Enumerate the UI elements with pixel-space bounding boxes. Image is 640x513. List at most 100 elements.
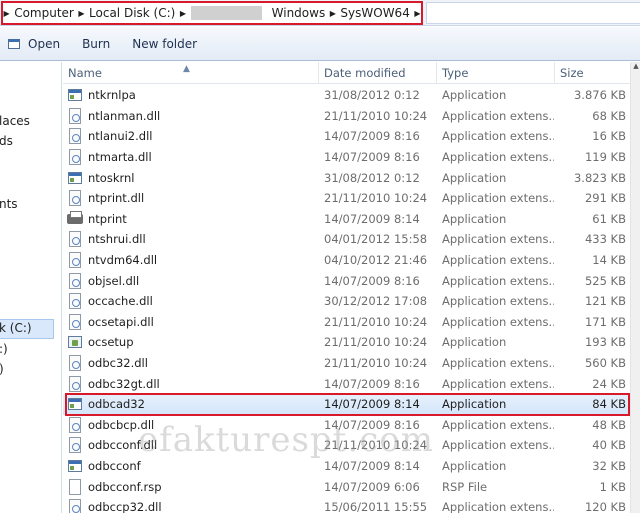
file-row[interactable]: occache.dll 30/12/2012 17:08 Application e… <box>63 291 640 312</box>
file-size: 525 KB <box>584 273 626 288</box>
chevron-right-icon[interactable]: ▶ <box>329 9 336 18</box>
file-row[interactable]: ntprint.dll 21/11/2010 10:24 Application e… <box>63 188 640 209</box>
breadcrumb-computer[interactable]: Computer <box>10 6 78 20</box>
file-name-cell[interactable]: odbcconf.dll <box>67 437 317 454</box>
file-name: odbccp32.dll <box>88 500 162 513</box>
file-name: ntlanman.dll <box>88 108 161 123</box>
file-row[interactable]: odbc32gt.dll 14/07/2009 8:16 Application e… <box>63 373 640 394</box>
dll-icon <box>67 293 83 310</box>
file-row[interactable]: odbcconf 14/07/2009 8:14 Application 32 KB <box>63 456 640 477</box>
file-name-cell[interactable]: ntkrnlpa <box>67 87 317 103</box>
dll-icon <box>67 252 83 269</box>
file-row[interactable]: ntoskrnl 31/08/2012 0:12 Application 3.823 … <box>63 167 640 188</box>
file-type: RSP File <box>442 479 488 494</box>
file-type: Application extens... <box>442 150 554 165</box>
file-size: 171 KB <box>584 314 626 329</box>
file-size: 61 KB <box>592 211 626 226</box>
column-header-date[interactable]: Date modified <box>319 62 437 84</box>
file-name: ocsetapi.dll <box>88 314 154 329</box>
file-name-cell[interactable]: ntshrui.dll <box>67 231 317 248</box>
file-row[interactable]: odbcbcp.dll 14/07/2009 8:16 Application ex… <box>63 415 640 436</box>
file-name: objsel.dll <box>88 273 140 288</box>
file-name-cell[interactable]: ocsetapi.dll <box>67 313 317 330</box>
address-field-rest[interactable] <box>426 2 640 24</box>
open-label: Open <box>28 36 61 51</box>
scroll-up-icon[interactable]: ▲ <box>631 62 640 74</box>
file-name-cell[interactable]: odbccp32.dll <box>67 499 317 513</box>
file-date: 14/07/2009 8:16 <box>324 129 420 144</box>
file-name-cell[interactable]: ntvdm64.dll <box>67 252 317 269</box>
file-row[interactable]: ntlanui2.dll 14/07/2009 8:16 Application e… <box>63 126 640 147</box>
file-name-cell[interactable]: objsel.dll <box>67 272 317 289</box>
printer-icon <box>67 210 83 227</box>
vertical-scrollbar[interactable]: ▲ <box>630 62 640 513</box>
file-name-cell[interactable]: odbcconf.rsp <box>67 478 317 495</box>
address-bar[interactable]: ▶ Computer ▶ Local Disk (C:) ▶ Windows ▶… <box>0 0 640 26</box>
column-header-name[interactable]: ▲ Name <box>63 62 319 84</box>
chevron-right-icon[interactable]: ▶ <box>78 9 85 18</box>
file-row[interactable]: odbcad32 14/07/2009 8:14 Application 84 KB <box>63 393 640 416</box>
chevron-right-icon[interactable]: ▶ <box>414 9 421 18</box>
file-name: ocsetup <box>88 335 134 350</box>
open-button[interactable]: Open <box>0 32 68 56</box>
file-type: Application extens... <box>442 356 554 371</box>
file-name-cell[interactable]: ntlanman.dll <box>67 107 317 124</box>
file-row[interactable]: ntshrui.dll 04/01/2012 15:58 Application e… <box>63 229 640 250</box>
burn-button[interactable]: Burn <box>74 32 118 56</box>
navigation-pane[interactable]: laces ds nts k (C:) :) ) <box>0 62 62 513</box>
file-size: 120 KB <box>584 500 626 513</box>
breadcrumb[interactable]: ▶ Computer ▶ Local Disk (C:) ▶ Windows ▶… <box>1 1 423 25</box>
file-name-cell[interactable]: ntmarta.dll <box>67 149 317 166</box>
chevron-right-icon[interactable]: ▶ <box>3 9 10 18</box>
nav-item-downloads[interactable]: ds <box>0 134 13 148</box>
chevron-right-icon[interactable]: ▶ <box>179 9 186 18</box>
file-name-cell[interactable]: odbc32.dll <box>67 355 317 372</box>
file-row[interactable]: ntkrnlpa 31/08/2012 0:12 Application 3.876 … <box>63 85 640 106</box>
file-name-cell[interactable]: ntoskrnl <box>67 170 317 186</box>
file-row[interactable]: odbc32.dll 21/11/2010 10:24 Application ex… <box>63 353 640 374</box>
file-name-cell[interactable]: odbcbcp.dll <box>67 416 317 433</box>
file-row[interactable]: ntprint 14/07/2009 8:14 Application 61 KB <box>63 209 640 230</box>
file-type: Application extens... <box>442 417 554 432</box>
nav-item-places[interactable]: laces <box>0 114 30 128</box>
file-row[interactable]: ntmarta.dll 14/07/2009 8:16 Application ex… <box>63 147 640 168</box>
file-row[interactable]: odbcconf.dll 21/11/2010 10:24 Application … <box>63 435 640 456</box>
file-name-cell[interactable]: ntprint <box>67 210 317 227</box>
file-date: 14/07/2009 8:14 <box>324 211 420 226</box>
file-size: 121 KB <box>584 294 626 309</box>
file-name-cell[interactable]: ocsetup <box>67 334 317 350</box>
file-type: Application <box>442 170 507 185</box>
breadcrumb-syswow64[interactable]: SysWOW64 <box>336 6 413 20</box>
file-row[interactable]: ntlanman.dll 21/11/2010 10:24 Application … <box>63 106 640 127</box>
file-date: 21/11/2010 10:24 <box>324 438 428 453</box>
file-date: 04/10/2012 21:46 <box>324 253 428 268</box>
file-size: 3.823 KB <box>573 170 626 185</box>
breadcrumb-windows[interactable]: Windows <box>268 6 330 20</box>
file-row[interactable]: objsel.dll 14/07/2009 8:16 Application ext… <box>63 270 640 291</box>
nav-item-drive-d[interactable]: :) <box>0 342 8 356</box>
file-type: Application extens... <box>442 253 554 268</box>
nav-item-drive-e[interactable]: ) <box>0 362 4 376</box>
file-size: 1 KB <box>599 479 626 494</box>
breadcrumb-local-disk[interactable]: Local Disk (C:) <box>85 6 179 20</box>
file-name-cell[interactable]: odbcad32 <box>67 396 317 412</box>
file-name-cell[interactable]: odbcconf <box>67 458 317 474</box>
nav-item-local-disk[interactable]: k (C:) <box>0 321 32 335</box>
file-row[interactable]: ocsetup 21/11/2010 10:24 Application 193 KB <box>63 332 640 353</box>
file-row[interactable]: odbcconf.rsp 14/07/2009 6:06 RSP File 1 KB <box>63 476 640 497</box>
file-date: 21/11/2010 10:24 <box>324 108 428 123</box>
file-row[interactable]: ntvdm64.dll 04/10/2012 21:46 Application e… <box>63 250 640 271</box>
file-row[interactable]: ocsetapi.dll 21/11/2010 10:24 Application … <box>63 312 640 333</box>
column-header-size[interactable]: Size <box>555 62 630 84</box>
file-name-cell[interactable]: ntlanui2.dll <box>67 128 317 145</box>
column-header-type[interactable]: Type <box>437 62 555 84</box>
nav-item-documents[interactable]: nts <box>0 197 18 211</box>
new-folder-button[interactable]: New folder <box>124 32 205 56</box>
file-date: 14/07/2009 8:16 <box>324 376 420 391</box>
file-date: 14/07/2009 6:06 <box>324 479 420 494</box>
file-name-cell[interactable]: ntprint.dll <box>67 190 317 207</box>
file-name-cell[interactable]: odbc32gt.dll <box>67 375 317 392</box>
file-name-cell[interactable]: occache.dll <box>67 293 317 310</box>
file-date: 21/11/2010 10:24 <box>324 356 428 371</box>
file-row[interactable]: odbccp32.dll 15/06/2011 15:55 Application … <box>63 497 640 513</box>
